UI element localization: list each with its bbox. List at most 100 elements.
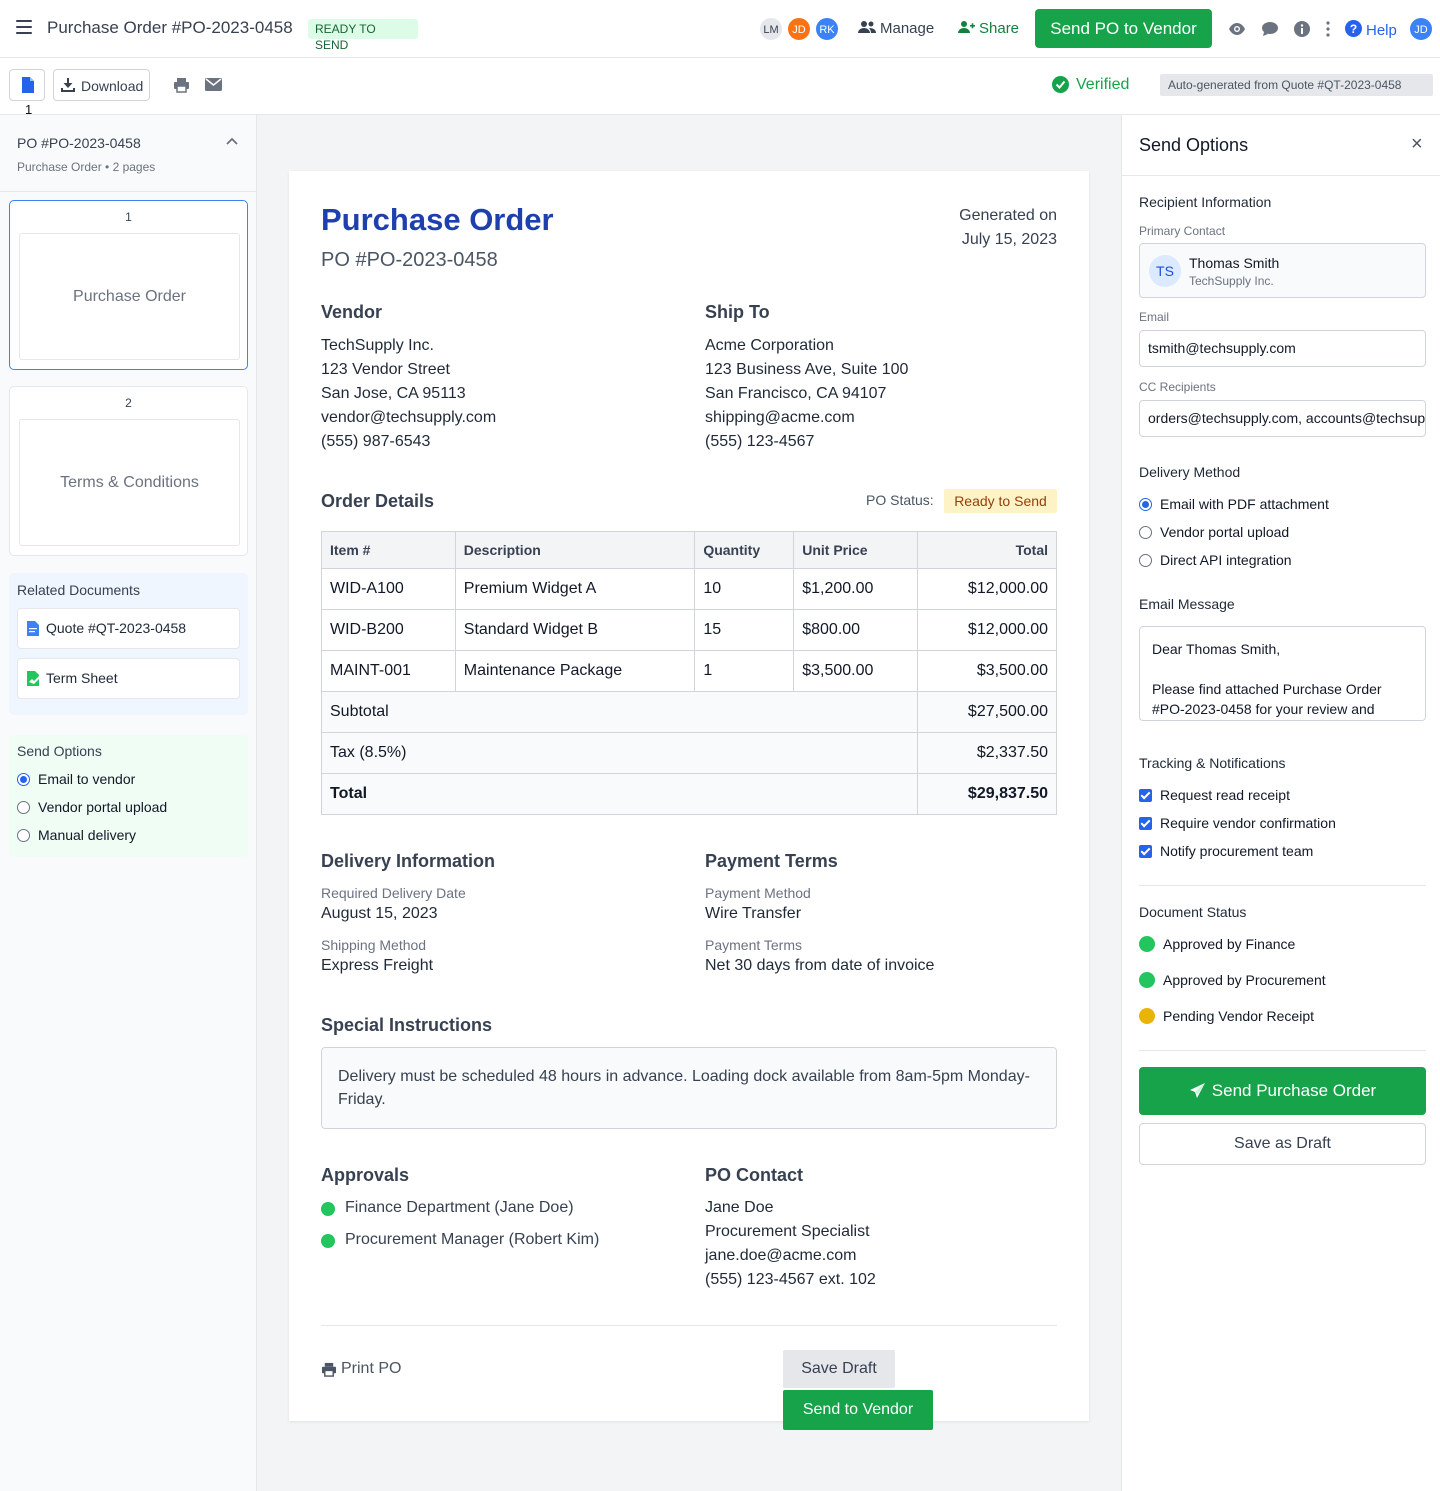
send-option-manual[interactable]: Manual delivery (17, 827, 136, 843)
approval-item: Finance Department (Jane Doe) (321, 1199, 574, 1217)
users-icon (858, 21, 876, 33)
close-icon[interactable]: × (1411, 133, 1423, 156)
email-message-textarea[interactable]: Dear Thomas Smith, Please find attached … (1139, 626, 1426, 721)
delivery-option-portal[interactable]: Vendor portal upload (1139, 524, 1289, 540)
subtotal-row: Subtotal $27,500.00 (320, 691, 1057, 733)
chevron-up-icon[interactable] (226, 135, 238, 147)
send-po-to-vendor-button[interactable]: Send PO to Vendor (1035, 9, 1212, 48)
send-purchase-order-button[interactable]: Send Purchase Order (1139, 1067, 1426, 1115)
table-cell: Premium Widget A (454, 568, 696, 610)
ship-to-line: San Francisco, CA 94107 (705, 385, 887, 402)
radio-button[interactable] (17, 829, 30, 842)
left-sidebar: PO #PO-2023-0458 Purchase Order • 2 page… (0, 115, 257, 1491)
mail-icon[interactable] (205, 78, 222, 91)
subtotal-label: Subtotal (320, 691, 919, 733)
delivery-option-api[interactable]: Direct API integration (1139, 552, 1292, 568)
generated-label: Generated on (959, 207, 1057, 224)
file-invoice-icon (27, 621, 39, 636)
order-details-heading: Order Details (321, 491, 435, 511)
checkbox-label: Require vendor confirmation (1160, 815, 1336, 831)
thumbnail-number: 2 (125, 396, 132, 410)
download-icon (61, 78, 75, 92)
email-field[interactable]: tsmith@techsupply.com (1139, 330, 1426, 367)
send-option-portal[interactable]: Vendor portal upload (17, 799, 167, 815)
check-circle-icon (1052, 76, 1069, 93)
table-cell: Maintenance Package (454, 650, 696, 692)
page-thumbnail-2[interactable]: 2 Terms & Conditions (9, 386, 248, 556)
help-button[interactable]: ? Help (1345, 20, 1397, 39)
related-doc-term-sheet[interactable]: Term Sheet (17, 658, 240, 699)
save-as-draft-button[interactable]: Save as Draft (1139, 1123, 1426, 1165)
status-dot (1139, 1008, 1155, 1024)
cc-recipients-field[interactable]: orders@techsupply.com, accounts@techsupp… (1139, 400, 1426, 437)
radio-button[interactable] (1139, 554, 1152, 567)
print-po-button[interactable]: Print PO (321, 1360, 401, 1378)
delivery-option-email[interactable]: Email with PDF attachment (1139, 496, 1329, 512)
user-avatar[interactable]: JD (1409, 17, 1433, 41)
radio-button[interactable] (17, 773, 30, 786)
related-doc-quote[interactable]: Quote #QT-2023-0458 (17, 608, 240, 649)
contact-line: Procurement Specialist (705, 1223, 870, 1240)
checkbox[interactable] (1139, 789, 1152, 802)
radio-button[interactable] (1139, 498, 1152, 511)
radio-label: Email with PDF attachment (1160, 496, 1329, 512)
table-cell: $1,200.00 (793, 568, 919, 610)
po-status-label: PO Status: (866, 492, 934, 508)
table-cell: Standard Widget B (454, 609, 696, 651)
print-icon (321, 1362, 337, 1377)
page-thumbnail-1[interactable]: 1 Purchase Order (9, 200, 248, 370)
status-label: Approved by Procurement (1163, 972, 1326, 988)
radio-button[interactable] (1139, 526, 1152, 539)
payment-method-value: Wire Transfer (705, 905, 802, 922)
vendor-line: (555) 987-6543 (321, 433, 431, 450)
radio-label: Manual delivery (38, 827, 137, 843)
table-cell: $3,500.00 (793, 650, 919, 692)
page-view-button[interactable] (9, 69, 45, 101)
share-button[interactable]: Share (957, 20, 1019, 37)
download-button[interactable]: Download (53, 69, 150, 101)
eye-icon[interactable] (1228, 20, 1246, 38)
table-row: WID-A100 Premium Widget A 10 $1,200.00 $… (321, 568, 1057, 610)
special-instructions-heading: Special Instructions (321, 1015, 493, 1035)
column-header: Total (917, 531, 1057, 569)
avatar: TS (1149, 255, 1181, 287)
radio-button[interactable] (17, 801, 30, 814)
status-label: Pending Vendor Receipt (1163, 1008, 1314, 1024)
avatar[interactable]: LM (759, 17, 783, 41)
column-header: Quantity (694, 531, 795, 569)
status-item: Pending Vendor Receipt (1139, 1008, 1314, 1024)
document-toolbar: 1 Download Verified Auto-generated from … (0, 58, 1440, 117)
print-icon[interactable] (173, 77, 190, 93)
more-vertical-icon[interactable] (1319, 20, 1337, 38)
status-item: Approved by Finance (1139, 936, 1295, 952)
checkbox[interactable] (1139, 845, 1152, 858)
save-draft-button[interactable]: Save Draft (783, 1350, 895, 1388)
vendor-line: TechSupply Inc. (321, 337, 434, 354)
primary-contact-card[interactable]: TS Thomas Smith TechSupply Inc. (1139, 243, 1426, 298)
checkbox[interactable] (1139, 817, 1152, 830)
avatar[interactable]: RK (815, 17, 839, 41)
send-purchase-order-label: Send Purchase Order (1211, 1081, 1377, 1100)
sidebar-subtitle: Purchase Order • 2 pages (17, 160, 156, 174)
hamburger-menu-icon[interactable] (16, 20, 32, 34)
manage-button[interactable]: Manage (858, 20, 934, 37)
tax-value: $2,337.50 (917, 732, 1057, 774)
tracking-heading: Tracking & Notifications (1139, 755, 1286, 771)
generated-value: July 15, 2023 (961, 231, 1057, 248)
total-row: Total $29,837.50 (320, 773, 1057, 815)
table-cell: WID-A100 (321, 568, 456, 610)
tracking-notify-procurement[interactable]: Notify procurement team (1139, 843, 1313, 859)
info-icon[interactable] (1293, 20, 1311, 38)
tracking-read-receipt[interactable]: Request read receipt (1139, 787, 1290, 803)
ship-to-line: shipping@acme.com (705, 409, 855, 426)
manage-label: Manage (880, 20, 935, 37)
send-to-vendor-button[interactable]: Send to Vendor (783, 1390, 933, 1430)
table-row: MAINT-001 Maintenance Package 1 $3,500.0… (321, 650, 1057, 692)
avatar[interactable]: JD (787, 17, 811, 41)
required-date-value: August 15, 2023 (321, 905, 438, 922)
special-instructions-box: Delivery must be scheduled 48 hours in a… (321, 1047, 1057, 1129)
tracking-vendor-confirmation[interactable]: Require vendor confirmation (1139, 815, 1336, 831)
comment-icon[interactable] (1261, 20, 1279, 38)
send-option-email[interactable]: Email to vendor (17, 771, 135, 787)
file-icon (22, 77, 34, 93)
